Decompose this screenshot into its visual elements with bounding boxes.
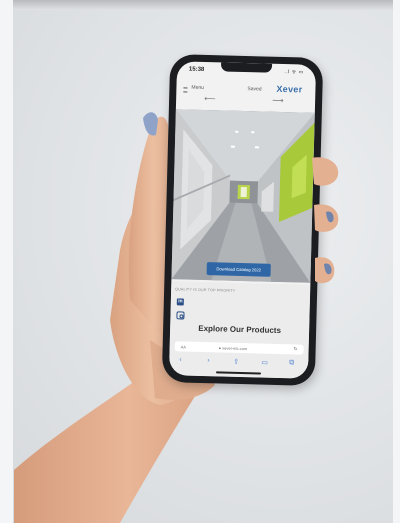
photo-scene: 15:38 ..l ᯤ ▭ Menu Saved Xever ⟵ ⟶ Downl… xyxy=(0,0,400,523)
fingers xyxy=(312,157,339,284)
